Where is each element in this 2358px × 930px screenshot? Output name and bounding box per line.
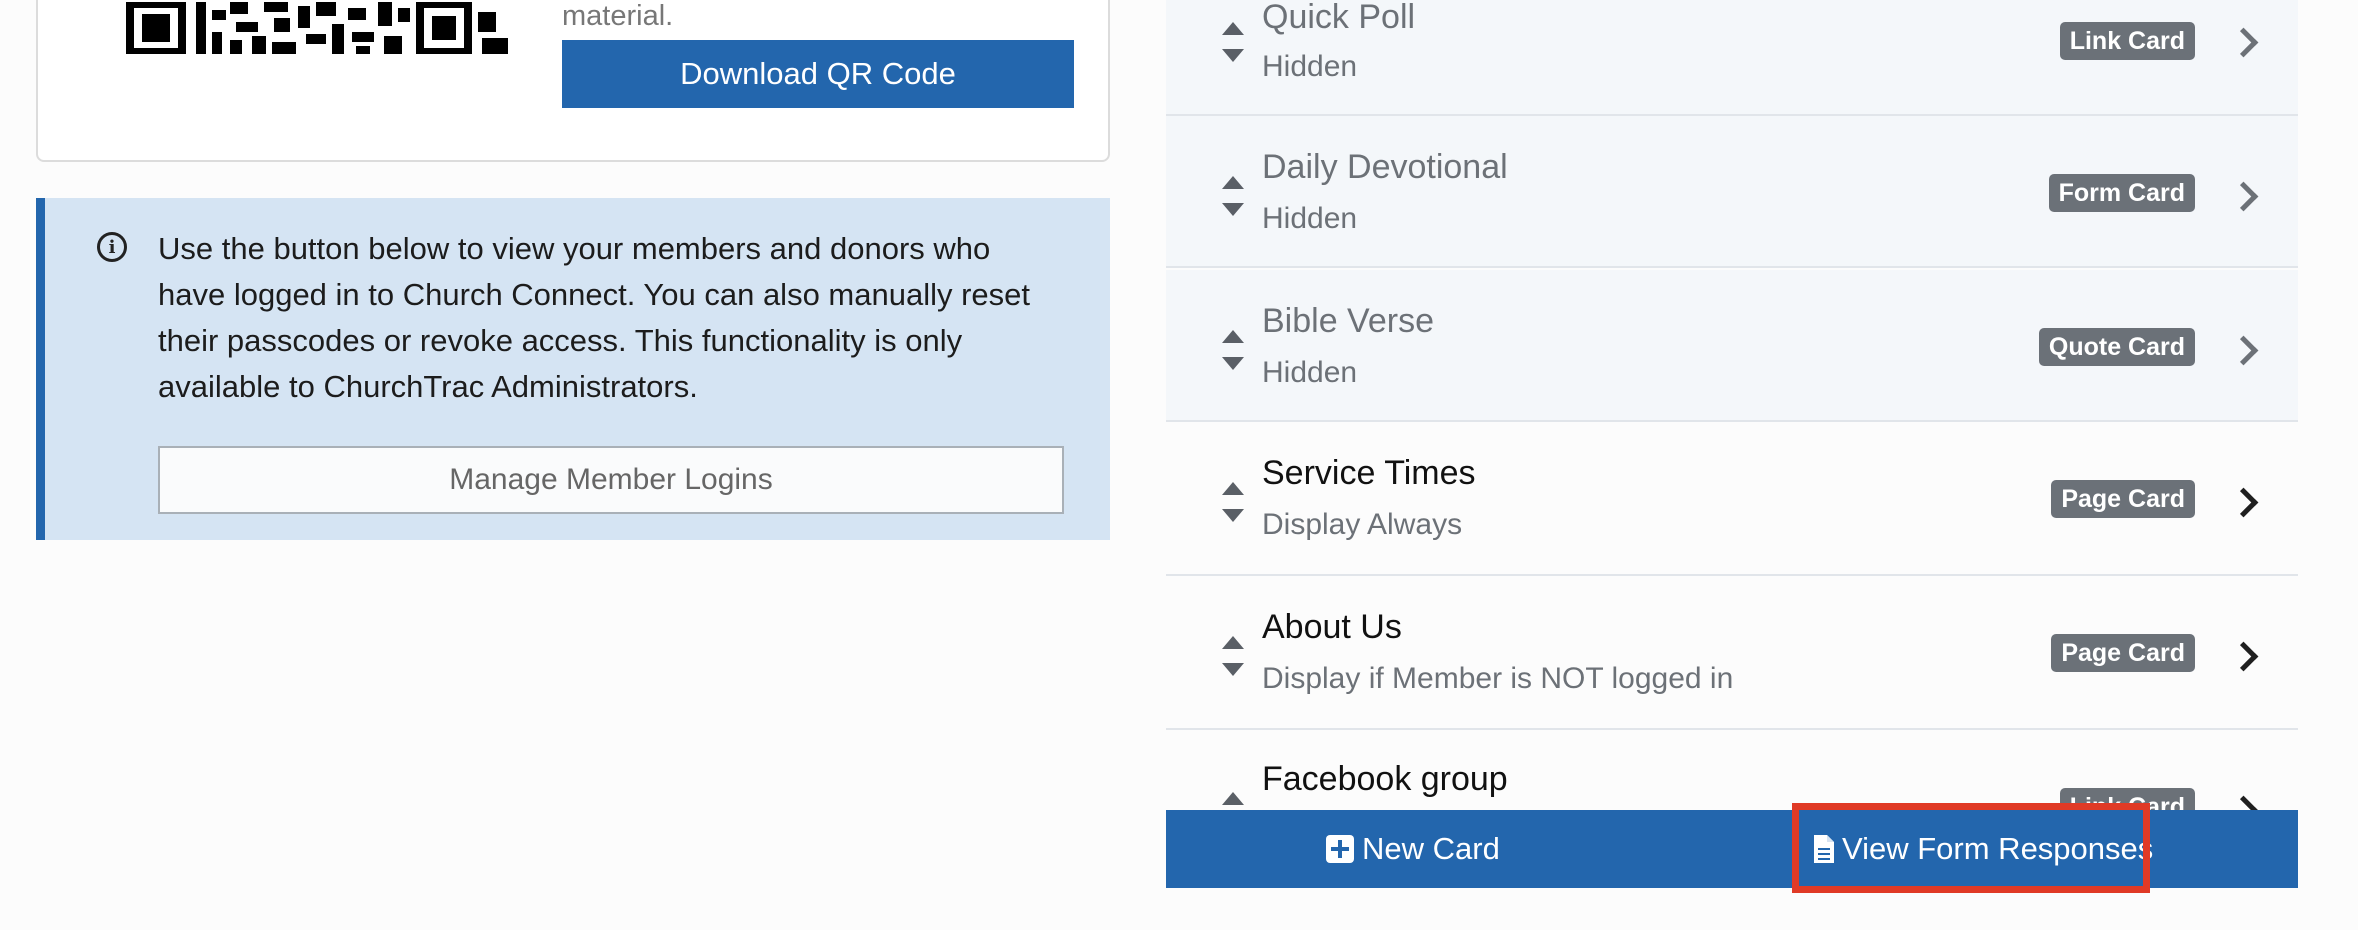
card-title: Facebook group (1262, 760, 1508, 798)
card-status: Hidden (1262, 50, 1358, 83)
info-circle-icon: i (97, 232, 127, 262)
sort-handle-icon[interactable] (1222, 792, 1244, 810)
card-type-badge: Page Card (2051, 480, 2195, 518)
card-row-service-times[interactable]: Service Times Display Always Page Card (1166, 424, 2298, 576)
qr-caption: material. (562, 0, 674, 32)
download-qr-code-button[interactable]: Download QR Code (562, 40, 1074, 108)
sort-handle-icon[interactable] (1222, 176, 1244, 216)
card-title: Daily Devotional (1262, 148, 1508, 186)
card-status: Display Always (1262, 508, 1463, 541)
sort-handle-icon[interactable] (1222, 636, 1244, 676)
card-title: Bible Verse (1262, 302, 1434, 340)
chevron-right-icon (2228, 335, 2259, 366)
chevron-right-icon (2228, 641, 2259, 672)
new-card-label: New Card (1362, 831, 1500, 866)
card-list[interactable]: Quick Poll Hidden Link Card Daily Devoti… (1166, 0, 2298, 810)
card-status: Display if Member is NOT logged in (1262, 662, 1734, 695)
sort-handle-icon[interactable] (1222, 482, 1244, 522)
chevron-right-icon (2228, 27, 2259, 58)
card-type-badge: Quote Card (2038, 328, 2195, 366)
view-form-responses-button[interactable]: View Form Responses (1812, 810, 2153, 888)
document-icon (1814, 835, 1834, 863)
card-status: Hidden (1262, 356, 1358, 389)
card-row-about-us[interactable]: About Us Display if Member is NOT logged… (1166, 578, 2298, 730)
view-form-responses-label: View Form Responses (1842, 831, 2154, 866)
chevron-right-icon (2228, 487, 2259, 518)
chevron-right-icon (2228, 181, 2259, 212)
card-row-quick-poll[interactable]: Quick Poll Hidden Link Card (1166, 0, 2298, 116)
card-row-daily-devotional[interactable]: Daily Devotional Hidden Form Card (1166, 116, 2298, 268)
card-type-badge: Link Card (2059, 22, 2195, 60)
card-row-bible-verse[interactable]: Bible Verse Hidden Quote Card (1166, 270, 2298, 422)
card-status: Hidden (1262, 202, 1358, 235)
member-login-info-panel: i Use the button below to view your memb… (36, 198, 1110, 540)
card-action-bar: New Card View Form Responses (1166, 810, 2298, 888)
qr-code-panel: material. Download QR Code (36, 0, 1110, 162)
new-card-button[interactable]: New Card (1326, 810, 1500, 888)
sort-handle-icon[interactable] (1222, 22, 1244, 62)
card-type-badge: Form Card (2048, 174, 2195, 212)
card-type-badge: Link Card (2059, 788, 2195, 810)
card-title: About Us (1262, 608, 1402, 646)
card-title: Quick Poll (1262, 0, 1416, 36)
card-row-facebook-group[interactable]: Facebook group Link Card (1166, 732, 2298, 810)
sort-handle-icon[interactable] (1222, 330, 1244, 370)
chevron-right-icon (2228, 795, 2259, 810)
manage-member-logins-button[interactable]: Manage Member Logins (158, 446, 1064, 514)
card-type-badge: Page Card (2051, 634, 2195, 672)
qr-code-image (126, 2, 508, 54)
card-title: Service Times (1262, 454, 1476, 492)
info-message: Use the button below to view your member… (158, 231, 1031, 404)
plus-square-icon (1326, 835, 1354, 863)
